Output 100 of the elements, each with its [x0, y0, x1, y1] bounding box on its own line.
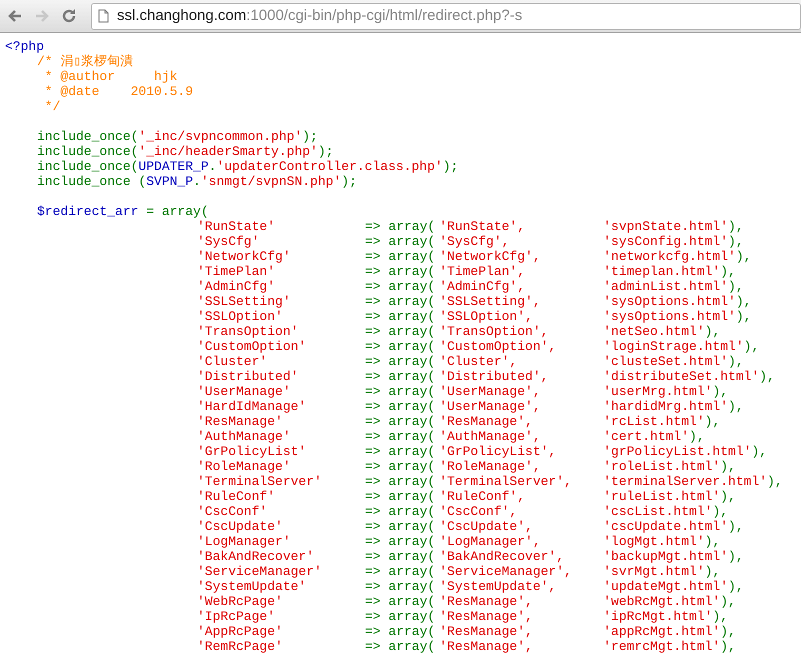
code-token: ), — [728, 219, 744, 234]
code-token: => array( — [365, 219, 436, 234]
array-file: 'roleList.html' — [603, 459, 720, 474]
array-name: 'NetworkCfg', — [439, 249, 542, 264]
array-key: 'RunState' — [197, 219, 365, 234]
code-token: ), — [736, 294, 752, 309]
code-token: include_once ( — [37, 174, 146, 189]
array-name: 'Cluster', — [439, 354, 518, 369]
array-key: 'TransOption' — [197, 324, 365, 339]
code-token: ), — [728, 579, 744, 594]
page-icon — [98, 9, 109, 23]
code-token: => array( — [365, 249, 436, 264]
code-token: => array( — [365, 324, 436, 339]
code-token: ), — [736, 249, 752, 264]
array-name: 'TransOption', — [439, 324, 550, 339]
array-name: 'ResManage', — [439, 639, 534, 654]
array-key: 'SysCfg' — [197, 234, 365, 249]
array-name: 'UserManage', — [439, 399, 542, 414]
array-file: 'remrcMgt.html' — [603, 639, 720, 654]
array-name: 'SystemUpdate', — [439, 579, 558, 594]
code-token: => array( — [365, 579, 436, 594]
code-token: => array( — [365, 444, 436, 459]
code-token: ), — [736, 309, 752, 324]
code-token: => array( — [365, 354, 436, 369]
code-token: ); — [341, 174, 357, 189]
array-key: 'UserManage' — [197, 384, 365, 399]
array-key: 'RuleConf' — [197, 489, 365, 504]
array-key: 'TimePlan' — [197, 264, 365, 279]
code-token: ), — [704, 414, 720, 429]
array-file: 'loginStrage.html' — [603, 339, 744, 354]
array-name: 'AuthManage', — [439, 429, 542, 444]
code-token: => array( — [365, 489, 436, 504]
array-name: 'ResManage', — [439, 414, 534, 429]
code-token: = array( — [145, 204, 209, 219]
code-token: => array( — [365, 534, 436, 549]
code-token: => array( — [365, 519, 436, 534]
code-token: include_once( — [37, 129, 138, 144]
array-file: 'clusteSet.html' — [603, 354, 728, 369]
array-key: 'SystemUpdate' — [197, 579, 365, 594]
code-token: => array( — [365, 504, 436, 519]
array-file: 'grPolicyList.html' — [603, 444, 752, 459]
array-file: 'distributeSet.html' — [603, 369, 760, 384]
code-token: ), — [704, 324, 720, 339]
array-name: 'CustomOption', — [439, 339, 558, 354]
code-token: => array( — [365, 429, 436, 444]
array-name: 'TerminalServer', — [439, 474, 573, 489]
code-token: ), — [720, 264, 736, 279]
array-key: 'Distributed' — [197, 369, 365, 384]
array-key: 'SSLSetting' — [197, 294, 365, 309]
array-name: 'AdminCfg', — [439, 279, 526, 294]
array-key: 'HardIdManage' — [197, 399, 365, 414]
array-file: 'networkcfg.html' — [603, 249, 736, 264]
array-file: 'ruleList.html' — [603, 489, 720, 504]
code-token: 'snmgt/svpnSN.php' — [200, 174, 342, 189]
code-token: . — [193, 174, 201, 189]
array-file: 'timeplan.html' — [603, 264, 720, 279]
code-token: => array( — [365, 384, 436, 399]
array-name: 'BakAndRecover', — [439, 549, 566, 564]
php-open-tag: <?php — [5, 39, 44, 54]
array-file: 'netSeo.html' — [603, 324, 705, 339]
code-token: ), — [712, 609, 728, 624]
code-token: ), — [728, 399, 744, 414]
array-name: 'CscConf', — [439, 504, 518, 519]
code-token: => array( — [365, 459, 436, 474]
code-token: ), — [704, 564, 720, 579]
code-token: ), — [751, 444, 768, 459]
array-key: 'CscUpdate' — [197, 519, 365, 534]
reload-icon[interactable] — [60, 7, 78, 25]
array-key: 'NetworkCfg' — [197, 249, 365, 264]
array-key: 'LogManager' — [197, 534, 365, 549]
array-file: 'hardidMrg.html' — [603, 399, 728, 414]
code-token: => array( — [365, 594, 436, 609]
code-token: ); — [302, 129, 318, 144]
array-name: 'LogManager', — [439, 534, 542, 549]
code-token: ), — [728, 354, 744, 369]
array-name: 'SSLSetting', — [439, 294, 542, 309]
array-name: 'ResManage', — [439, 609, 534, 624]
code-token: include_once( — [37, 159, 138, 174]
code-token: ); — [442, 159, 458, 174]
array-name: 'GrPolicyList', — [439, 444, 558, 459]
code-token: ), — [689, 429, 705, 444]
array-file: 'logMgt.html' — [603, 534, 705, 549]
code-token: 'updaterController.class.php' — [216, 159, 443, 174]
code-token: => array( — [365, 369, 436, 384]
array-file: 'updateMgt.html' — [603, 579, 728, 594]
code-token: => array( — [365, 474, 436, 489]
code-token: ), — [720, 639, 736, 654]
code-comment: /* 涓▯浆椤甸潰 — [37, 54, 134, 69]
code-token: ), — [720, 594, 736, 609]
code-token: ), — [767, 474, 783, 489]
array-name: 'RuleConf', — [439, 489, 526, 504]
address-bar[interactable]: ssl.changhong.com:1000/cgi-bin/php-cgi/html/redirect.php?-s — [91, 2, 801, 30]
code-token: include_once( — [37, 144, 138, 159]
array-name: 'UserManage', — [439, 384, 542, 399]
array-key: 'ResManage' — [197, 414, 365, 429]
array-name: 'CscUpdate', — [439, 519, 534, 534]
array-name: 'ResManage', — [439, 624, 534, 639]
array-name: 'TimePlan', — [439, 264, 526, 279]
code-token: ), — [712, 384, 728, 399]
array-file: 'terminalServer.html' — [603, 474, 768, 489]
